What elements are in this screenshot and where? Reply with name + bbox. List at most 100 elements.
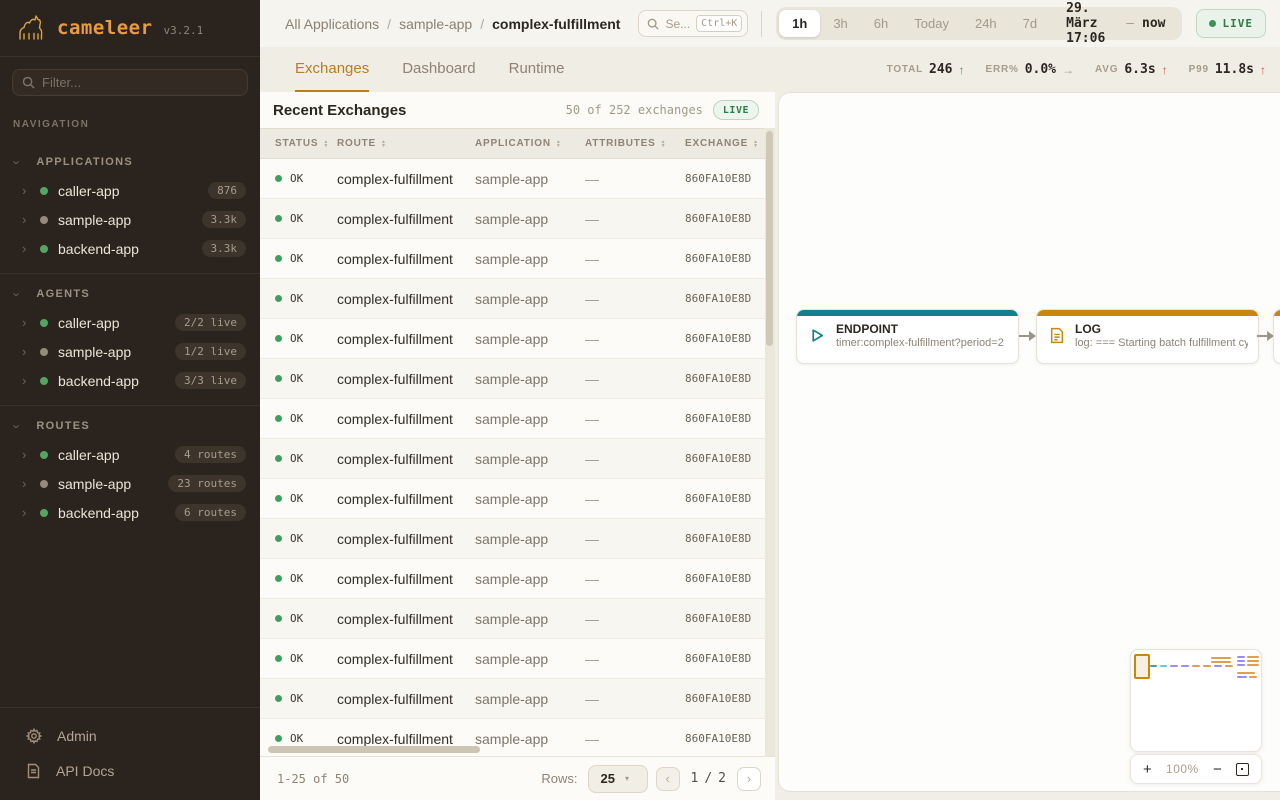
- application-cell: sample-app: [475, 691, 585, 707]
- table-row[interactable]: OKcomplex-fulfillmentsample-app—860FA10E…: [260, 359, 765, 399]
- table-row[interactable]: OKcomplex-fulfillmentsample-app—860FA10E…: [260, 239, 765, 279]
- time-range-7d[interactable]: 7d: [1010, 10, 1050, 37]
- attributes-cell: —: [585, 531, 685, 547]
- route-cell: complex-fulfillment: [337, 651, 475, 667]
- time-to: now: [1142, 16, 1165, 31]
- fit-view-icon[interactable]: [1236, 763, 1249, 776]
- breadcrumb-item[interactable]: sample-app: [399, 16, 472, 32]
- time-range-today[interactable]: Today: [901, 10, 962, 37]
- table-row[interactable]: OKcomplex-fulfillmentsample-app—860FA10E…: [260, 639, 765, 679]
- attributes-cell: —: [585, 731, 685, 747]
- sidebar-item-label: backend-app: [58, 241, 139, 257]
- time-range-1h[interactable]: 1h: [779, 10, 820, 37]
- table-row[interactable]: OKcomplex-fulfillmentsample-app—860FA10E…: [260, 159, 765, 199]
- application-cell: sample-app: [475, 211, 585, 227]
- time-range-24h[interactable]: 24h: [962, 10, 1010, 37]
- status-ok-dot-icon: [275, 535, 282, 542]
- exchange-id-cell: 860FA10E8D: [685, 252, 765, 265]
- rows-per-page-select[interactable]: 25 ▾: [588, 765, 648, 793]
- table-row[interactable]: OKcomplex-fulfillmentsample-app—860FA10E…: [260, 559, 765, 599]
- chevron-down-icon: ›: [11, 424, 24, 428]
- horizontal-scrollbar[interactable]: [260, 746, 765, 754]
- time-range-6h[interactable]: 6h: [861, 10, 901, 37]
- tab-runtime[interactable]: Runtime: [509, 47, 565, 92]
- live-dot-icon: [1209, 20, 1216, 27]
- vertical-scrollbar-thumb[interactable]: [766, 131, 773, 346]
- time-range-buttons: 1h3h6hToday24h7d: [779, 10, 1050, 37]
- page-separator: /: [704, 771, 712, 786]
- column-header-route[interactable]: ROUTE▲▼: [337, 138, 475, 149]
- table-row[interactable]: OKcomplex-fulfillmentsample-app—860FA10E…: [260, 279, 765, 319]
- prev-page-button[interactable]: ‹: [656, 767, 680, 791]
- column-header-attributes[interactable]: ATTRIBUTES▲▼: [585, 138, 685, 149]
- flow-node-partial[interactable]: [1273, 309, 1280, 364]
- sidebar-item-backend-app[interactable]: ›backend-app6 routes: [0, 498, 260, 527]
- flow-edge-arrow: [1257, 335, 1273, 337]
- tab-dashboard[interactable]: Dashboard: [402, 47, 475, 92]
- exchange-id-cell: 860FA10E8D: [685, 332, 765, 345]
- live-pill-label: LIVE: [723, 105, 749, 116]
- next-page-button[interactable]: ›: [737, 767, 761, 791]
- flow-node-endpoint[interactable]: ENDPOINTtimer:complex-fulfillment?period…: [796, 309, 1019, 364]
- status-ok-dot-icon: [275, 295, 282, 302]
- sidebar-item-sample-app[interactable]: ›sample-app3.3k: [0, 205, 260, 234]
- breadcrumb-item[interactable]: All Applications: [285, 16, 379, 32]
- sidebar-filter-input[interactable]: Filter...: [12, 69, 248, 96]
- zoom-out-button[interactable]: −: [1213, 762, 1222, 777]
- section-header-agents[interactable]: ›AGENTS: [0, 280, 260, 308]
- chevron-right-icon: ›: [22, 506, 38, 519]
- sidebar-item-caller-app[interactable]: ›caller-app4 routes: [0, 440, 260, 469]
- minimap-node-mark: [1237, 676, 1247, 678]
- status-cell: OK: [260, 732, 337, 745]
- table-row[interactable]: OKcomplex-fulfillmentsample-app—860FA10E…: [260, 599, 765, 639]
- global-search-input[interactable]: Se... Ctrl+K: [638, 10, 748, 37]
- tab-exchanges[interactable]: Exchanges: [295, 47, 369, 92]
- minimap-node-mark: [1203, 665, 1211, 667]
- sidebar-item-badge: 6 routes: [175, 504, 246, 521]
- application-cell: sample-app: [475, 451, 585, 467]
- table-row[interactable]: OKcomplex-fulfillmentsample-app—860FA10E…: [260, 399, 765, 439]
- status-dot-icon: [40, 509, 48, 517]
- section-header-routes[interactable]: ›ROUTES: [0, 412, 260, 440]
- sidebar-item-sample-app[interactable]: ›sample-app23 routes: [0, 469, 260, 498]
- sidebar-item-backend-app[interactable]: ›backend-app3.3k: [0, 234, 260, 263]
- status-text: OK: [290, 492, 303, 505]
- column-header-status[interactable]: STATUS▲▼: [260, 138, 337, 149]
- sidebar-item-caller-app[interactable]: ›caller-app876: [0, 176, 260, 205]
- horizontal-scrollbar-thumb[interactable]: [268, 746, 480, 753]
- route-cell: complex-fulfillment: [337, 411, 475, 427]
- vertical-scrollbar[interactable]: [765, 128, 775, 756]
- table-row[interactable]: OKcomplex-fulfillmentsample-app—860FA10E…: [260, 679, 765, 719]
- search-placeholder: Se...: [665, 17, 690, 31]
- chevron-down-icon: ›: [11, 160, 24, 164]
- sort-icon: ▲▼: [753, 140, 759, 148]
- search-icon: [647, 18, 659, 30]
- column-header-exchange[interactable]: EXCHANGE▲▼: [685, 138, 765, 149]
- exchange-id-cell: 860FA10E8D: [685, 372, 765, 385]
- sidebar-footer-admin[interactable]: Admin: [0, 718, 260, 753]
- column-header-application[interactable]: APPLICATION▲▼: [475, 138, 585, 149]
- section-header-applications[interactable]: ›APPLICATIONS: [0, 148, 260, 176]
- flow-minimap[interactable]: [1130, 649, 1262, 752]
- minimap-viewport[interactable]: [1134, 654, 1150, 679]
- sidebar-footer-api-docs[interactable]: API Docs: [0, 753, 260, 788]
- topbar-divider: [761, 11, 762, 37]
- exchange-id-cell: 860FA10E8D: [685, 492, 765, 505]
- time-range-display[interactable]: 29. März 17:06 — now: [1050, 1, 1178, 46]
- sort-icon: ▲▼: [323, 140, 329, 148]
- sidebar-item-caller-app[interactable]: ›caller-app2/2 live: [0, 308, 260, 337]
- table-row[interactable]: OKcomplex-fulfillmentsample-app—860FA10E…: [260, 479, 765, 519]
- live-toggle-badge[interactable]: LIVE: [1196, 9, 1267, 38]
- table-row[interactable]: OKcomplex-fulfillmentsample-app—860FA10E…: [260, 439, 765, 479]
- table-row[interactable]: OKcomplex-fulfillmentsample-app—860FA10E…: [260, 519, 765, 559]
- table-row[interactable]: OKcomplex-fulfillmentsample-app—860FA10E…: [260, 319, 765, 359]
- sidebar-item-backend-app[interactable]: ›backend-app3/3 live: [0, 366, 260, 395]
- sidebar-item-sample-app[interactable]: ›sample-app1/2 live: [0, 337, 260, 366]
- zoom-in-button[interactable]: +: [1143, 762, 1152, 777]
- table-row[interactable]: OKcomplex-fulfillmentsample-app—860FA10E…: [260, 199, 765, 239]
- flow-node-log[interactable]: LOGlog: === Starting batch fulfillment c…: [1036, 309, 1259, 364]
- exchange-id-cell: 860FA10E8D: [685, 732, 765, 745]
- stat-value: 246: [929, 62, 952, 77]
- route-flow-canvas[interactable]: ENDPOINTtimer:complex-fulfillment?period…: [778, 92, 1280, 792]
- time-range-3h[interactable]: 3h: [820, 10, 860, 37]
